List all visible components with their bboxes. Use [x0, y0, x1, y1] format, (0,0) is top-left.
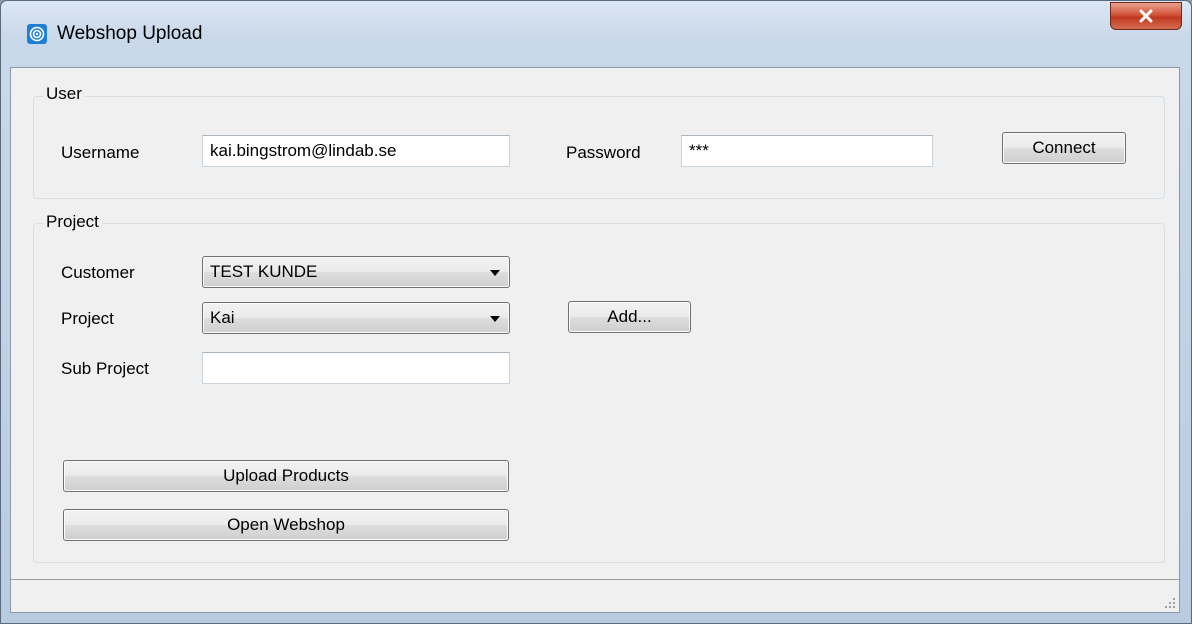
customer-selected-value: TEST KUNDE [210, 262, 318, 281]
password-field[interactable]: *** [681, 135, 933, 167]
customer-dropdown[interactable]: TEST KUNDE [202, 256, 510, 288]
window-title: Webshop Upload [57, 23, 203, 44]
form-client-area: User Username kai.bingstrom@lindab.se Pa… [10, 67, 1180, 613]
resize-grip-icon[interactable] [1162, 595, 1176, 609]
status-bar [11, 579, 1179, 612]
subproject-field[interactable] [202, 352, 510, 384]
webshop-upload-window: Webshop Upload User Username kai.bingstr… [0, 0, 1192, 624]
chevron-down-icon [490, 316, 500, 322]
upload-products-button[interactable]: Upload Products [63, 460, 509, 492]
open-webshop-button[interactable]: Open Webshop [63, 509, 509, 541]
connect-button[interactable]: Connect [1002, 132, 1126, 164]
project-label: Project [61, 309, 114, 328]
project-selected-value: Kai [210, 308, 235, 327]
password-label: Password [566, 143, 641, 162]
username-label: Username [61, 143, 140, 162]
add-project-button[interactable]: Add... [568, 301, 691, 333]
title-bar[interactable]: Webshop Upload [1, 1, 1191, 67]
chevron-down-icon [490, 270, 500, 276]
webshop-app-icon [27, 24, 47, 44]
close-icon [1139, 9, 1153, 23]
customer-label: Customer [61, 263, 135, 282]
project-group-label: Project [43, 212, 102, 232]
subproject-label: Sub Project [61, 359, 149, 378]
close-button[interactable] [1110, 2, 1182, 30]
user-group-label: User [43, 84, 85, 104]
username-field[interactable]: kai.bingstrom@lindab.se [202, 135, 510, 167]
project-dropdown[interactable]: Kai [202, 302, 510, 334]
